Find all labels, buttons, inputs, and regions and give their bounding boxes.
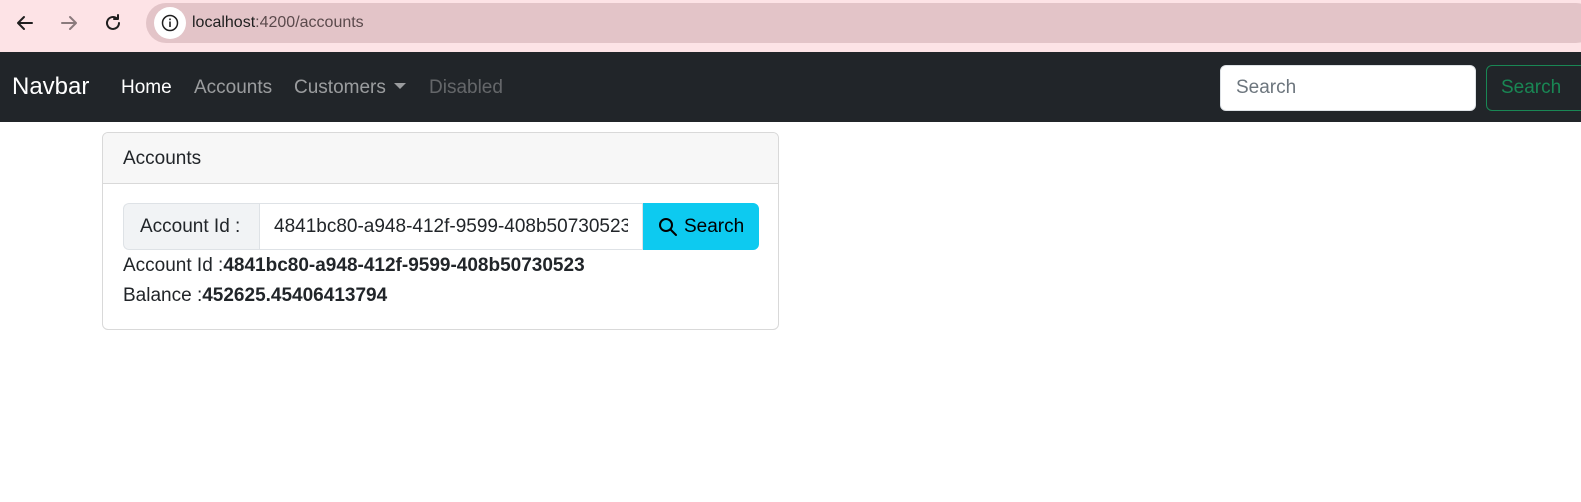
navbar-search-input[interactable] <box>1220 65 1476 111</box>
card-header: Accounts <box>103 133 778 184</box>
account-search-group: Account Id : Search <box>123 203 759 250</box>
back-arrow-icon[interactable] <box>8 6 42 40</box>
url-text: localhost:4200/accounts <box>192 13 364 33</box>
nav-link-accounts[interactable]: Accounts <box>194 76 272 100</box>
navbar-brand[interactable]: Navbar <box>12 72 89 102</box>
site-info-icon[interactable] <box>154 7 186 39</box>
nav-link-customers-label: Customers <box>294 77 386 98</box>
forward-arrow-icon[interactable] <box>52 6 86 40</box>
result-balance-value: 452625.45406413794 <box>202 285 388 306</box>
nav-link-disabled: Disabled <box>429 77 503 98</box>
reload-icon[interactable] <box>96 6 130 40</box>
search-icon <box>659 217 677 236</box>
account-search-button-label: Search <box>684 215 745 237</box>
account-id-label: Account Id : <box>123 203 259 250</box>
result-account-id-label: Account Id : <box>123 255 224 276</box>
result-account-id-value: 4841bc80-a948-412f-9599-408b50730523 <box>223 255 585 276</box>
address-bar[interactable]: localhost:4200/accounts <box>146 3 1581 43</box>
browser-toolbar: localhost:4200/accounts <box>0 0 1581 52</box>
url-host: localhost <box>192 14 256 31</box>
result-balance-label: Balance : <box>123 285 203 306</box>
account-search-button[interactable]: Search <box>643 203 759 250</box>
nav-link-home[interactable]: Home <box>121 76 172 100</box>
url-path: :4200/accounts <box>255 14 364 31</box>
navbar-search-button[interactable]: Search <box>1486 65 1581 111</box>
chevron-down-icon <box>393 83 406 89</box>
accounts-card: Accounts Account Id : Search Account Id … <box>102 132 779 330</box>
nav-link-customers[interactable]: Customers <box>294 76 406 100</box>
result-balance: Balance :452625.45406413794 <box>123 284 387 308</box>
result-account-id: Account Id :4841bc80-a948-412f-9599-408b… <box>123 254 585 278</box>
navbar: Navbar Home Accounts Customers Disabled … <box>0 52 1581 122</box>
account-id-input[interactable] <box>259 203 643 250</box>
